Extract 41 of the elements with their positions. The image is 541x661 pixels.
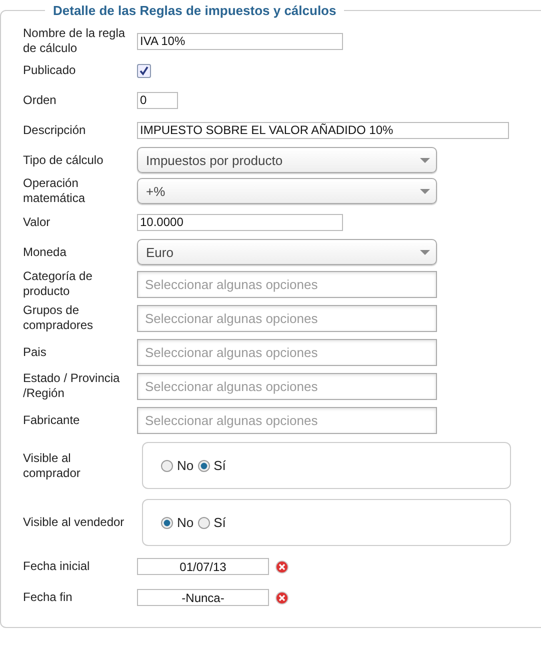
date-field[interactable]: -Nunca- [137, 589, 269, 606]
radio-button[interactable] [161, 460, 173, 472]
field-label: Fecha fin [23, 590, 74, 605]
field-label: Visible al comprador [23, 450, 82, 480]
radio-label: Sí [214, 515, 226, 530]
clear-icon[interactable] [275, 560, 289, 574]
radio-button[interactable] [198, 516, 210, 528]
radio-button[interactable] [198, 460, 210, 472]
field-label: Moneda [23, 244, 68, 260]
checkbox[interactable] [137, 64, 151, 78]
radio-label: No [177, 458, 194, 473]
field-label: Visible al vendedor [23, 515, 126, 530]
radio-label: Sí [214, 458, 226, 473]
field-label: Descripción [23, 122, 87, 138]
radio-button[interactable] [161, 516, 173, 528]
field-label: Categoría de producto [23, 269, 94, 299]
field-label: Fabricante [23, 412, 81, 428]
date-field[interactable]: 01/07/13 [137, 558, 269, 575]
field-label: Tipo de cálculo [23, 152, 104, 168]
field-label: Fecha inicial [23, 559, 91, 574]
text-field[interactable]: 10.0000 [137, 214, 343, 230]
text-field[interactable]: IVA 10% [137, 32, 343, 50]
radio-label: No [177, 515, 194, 530]
text-field[interactable]: 0 [137, 92, 178, 108]
dropdown[interactable]: Euro [137, 239, 437, 265]
clear-icon[interactable] [275, 590, 289, 604]
caret-icon[interactable] [420, 158, 430, 162]
field-label: Grupos de compradores [23, 303, 94, 333]
field-label: Valor [23, 214, 52, 230]
field-label: Orden [23, 92, 58, 108]
field-label: Estado / Provincia /Región [23, 371, 121, 401]
field-label: Publicado [23, 63, 77, 78]
field-label: Nombre de la regla de cálculo [23, 26, 126, 56]
section-title: Detalle de las Reglas de impuestos y cálculos [52, 3, 338, 18]
field-label: Operación matemática [23, 176, 86, 206]
caret-icon[interactable] [420, 188, 430, 194]
text-field[interactable]: IMPUESTO SOBRE EL VALOR AÑADIDO 10% [137, 122, 509, 138]
dropdown[interactable]: Impuestos por producto [137, 147, 437, 173]
dropdown[interactable]: +% [137, 178, 437, 204]
field-label: Pais [23, 344, 48, 360]
caret-icon[interactable] [420, 250, 430, 254]
